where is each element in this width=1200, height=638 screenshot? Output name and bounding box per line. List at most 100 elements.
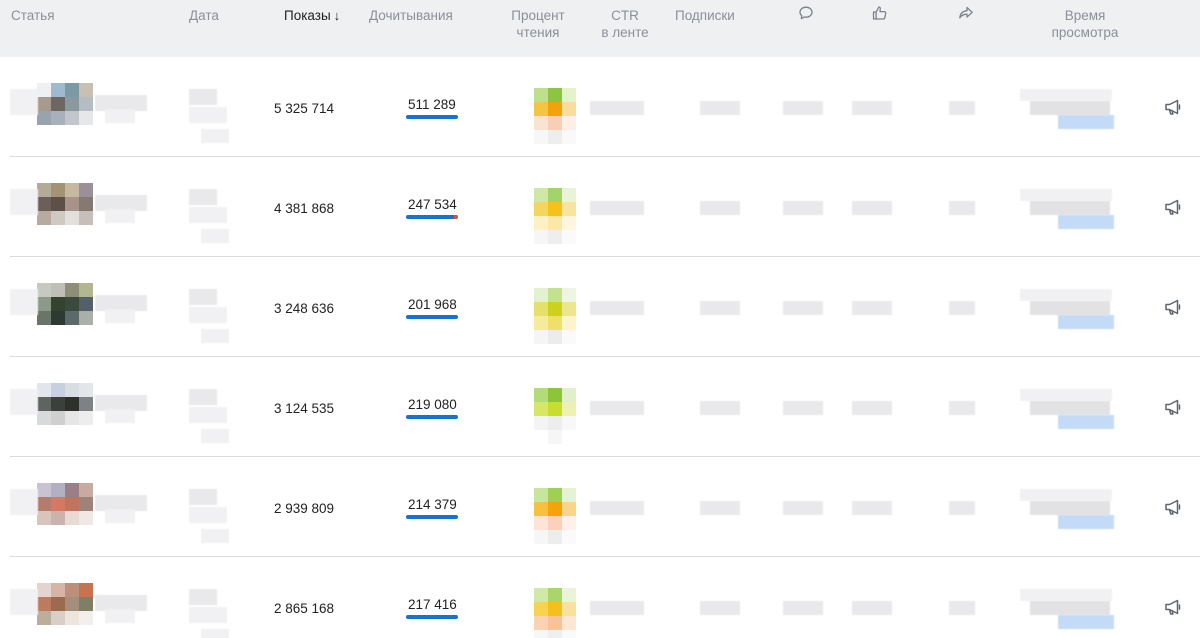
redacted-value (189, 189, 217, 205)
article-thumbnail[interactable] (37, 183, 93, 225)
redacted-value (105, 109, 135, 123)
redacted-value (189, 607, 227, 623)
readthroughs-value[interactable]: 511 289 (408, 97, 456, 113)
redacted-value (783, 501, 823, 515)
article-thumbnail[interactable] (37, 83, 93, 125)
redacted-value (189, 107, 227, 123)
redacted-value (590, 301, 644, 315)
redacted-value (105, 609, 135, 623)
column-header-article-label: Статья (11, 8, 55, 23)
readthroughs-value[interactable]: 219 080 (408, 397, 457, 413)
redacted-value (1058, 315, 1114, 329)
table-row[interactable]: 4 381 868 247 534 (0, 157, 1200, 257)
megaphone-icon[interactable] (1163, 298, 1183, 316)
views-value: 5 325 714 (274, 101, 335, 116)
redacted-value (189, 289, 217, 305)
redacted-value (852, 201, 892, 215)
redacted-value (201, 429, 229, 443)
column-header-ctr-line2: в ленте (601, 25, 649, 40)
megaphone-icon[interactable] (1163, 598, 1183, 616)
column-header-watch-time-line2: просмотра (1051, 25, 1119, 40)
redacted-value (1058, 515, 1114, 529)
redacted-value (1020, 489, 1112, 501)
redacted-value (189, 589, 217, 605)
redacted-value (949, 101, 975, 115)
table-row[interactable]: 3 248 636 201 968 (0, 257, 1200, 357)
redacted-value (590, 601, 644, 615)
readthroughs-bar (406, 315, 458, 319)
redacted-value (10, 389, 38, 415)
views-value: 3 124 535 (274, 401, 335, 416)
read-percent-heatmap (534, 588, 576, 638)
column-header-ctr[interactable]: CTR в ленте (585, 7, 665, 41)
article-thumbnail[interactable] (37, 583, 93, 625)
table-row[interactable]: 2 939 809 214 379 (0, 457, 1200, 557)
column-header-read-percent[interactable]: Процент чтения (505, 7, 571, 41)
article-thumbnail[interactable] (37, 383, 93, 425)
table-header: Статья Дата Показы ↓ Дочитывания Процент … (0, 0, 1200, 57)
column-header-ctr-line1: CTR (611, 8, 639, 23)
column-header-readthroughs[interactable]: Дочитывания (369, 7, 453, 24)
share-arrow-icon[interactable] (957, 4, 975, 22)
redacted-value (1020, 189, 1112, 201)
views-value: 2 865 168 (274, 601, 335, 616)
redacted-value (189, 489, 217, 505)
redacted-value (1030, 101, 1110, 115)
redacted-value (590, 101, 644, 115)
read-percent-heatmap (534, 488, 576, 544)
redacted-value (201, 129, 229, 143)
redacted-value (10, 289, 38, 315)
thumbs-up-icon[interactable] (871, 4, 889, 22)
redacted-value (949, 601, 975, 615)
redacted-value (949, 501, 975, 515)
readthroughs-bar (406, 515, 458, 519)
readthroughs-value[interactable]: 247 534 (408, 197, 457, 213)
redacted-value (201, 529, 229, 543)
column-header-views-label: Показы (284, 8, 331, 23)
megaphone-icon[interactable] (1163, 398, 1183, 416)
table-row[interactable]: 3 124 535 219 080 (0, 357, 1200, 457)
redacted-value (1030, 501, 1110, 515)
table-row[interactable]: 5 325 714 511 289 (0, 57, 1200, 157)
redacted-value (1058, 615, 1114, 629)
readthroughs-bar (406, 215, 458, 219)
redacted-value (1020, 389, 1112, 401)
views-value: 2 939 809 (274, 501, 335, 516)
column-header-read-percent-line1: Процент (511, 8, 565, 23)
column-header-subscriptions-label: Подписки (675, 8, 735, 23)
redacted-value (1030, 301, 1110, 315)
redacted-value (949, 301, 975, 315)
table-row[interactable]: 2 865 168 217 416 (0, 557, 1200, 638)
redacted-value (590, 401, 644, 415)
article-thumbnail[interactable] (37, 283, 93, 325)
redacted-value (1030, 401, 1110, 415)
readthroughs-value[interactable]: 217 416 (408, 597, 457, 613)
column-header-subscriptions[interactable]: Подписки (675, 7, 735, 24)
read-percent-heatmap (534, 388, 576, 444)
column-header-article[interactable]: Статья (11, 7, 55, 24)
redacted-value (700, 301, 740, 315)
redacted-value (10, 489, 38, 515)
article-thumbnail[interactable] (37, 483, 93, 525)
comment-icon[interactable] (797, 4, 815, 22)
redacted-value (852, 501, 892, 515)
column-header-views[interactable]: Показы ↓ (284, 7, 340, 24)
megaphone-icon[interactable] (1163, 498, 1183, 516)
read-percent-heatmap (534, 288, 576, 344)
redacted-value (201, 229, 229, 243)
redacted-value (1058, 115, 1114, 129)
column-header-date[interactable]: Дата (189, 7, 219, 24)
readthroughs-value[interactable]: 201 968 (408, 297, 457, 313)
readthroughs-value[interactable]: 214 379 (408, 497, 457, 513)
redacted-value (852, 101, 892, 115)
redacted-value (783, 601, 823, 615)
readthroughs-bar (406, 615, 458, 619)
column-header-date-label: Дата (189, 8, 219, 23)
column-header-watch-time-line1: Время (1064, 8, 1106, 23)
column-header-watch-time[interactable]: Время просмотра (1030, 7, 1140, 41)
redacted-value (783, 201, 823, 215)
megaphone-icon[interactable] (1163, 198, 1183, 216)
redacted-value (1020, 589, 1112, 601)
readthroughs-bar-tail (454, 215, 458, 219)
megaphone-icon[interactable] (1163, 98, 1183, 116)
